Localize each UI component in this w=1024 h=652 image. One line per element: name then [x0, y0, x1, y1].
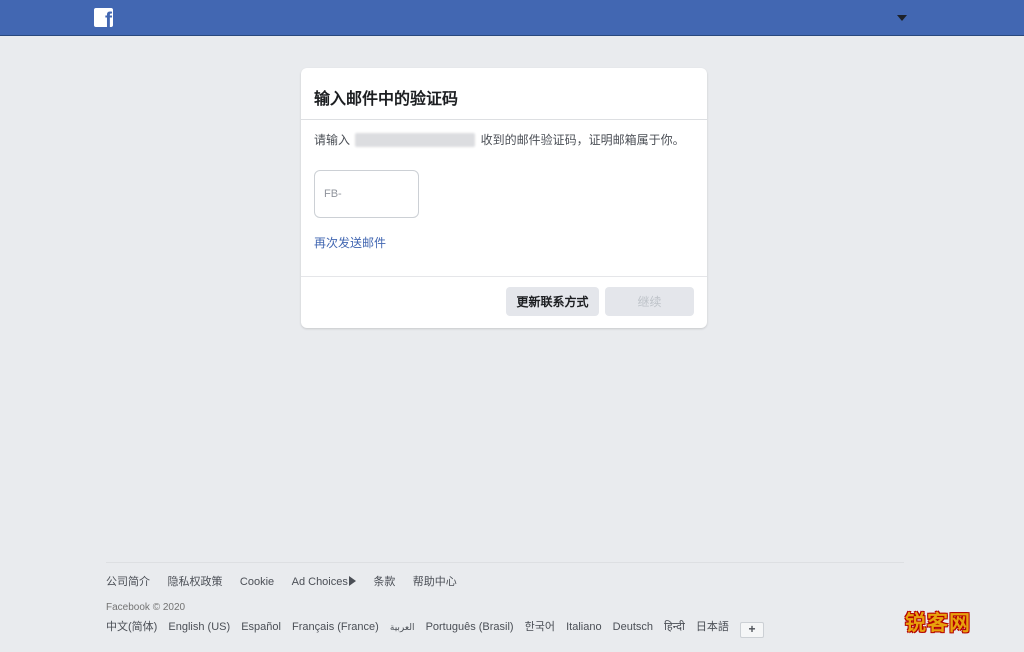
language-selector: 中文(简体) English (US) Español Français (Fr…: [106, 618, 904, 638]
update-contact-button[interactable]: 更新联系方式: [506, 287, 599, 316]
account-menu-caret-icon[interactable]: [897, 15, 907, 21]
dialog-header: 输入邮件中的验证码: [301, 68, 707, 120]
page-footer: 公司简介 隐私权政策 Cookie Ad Choices 条款 帮助中心 Fac…: [106, 562, 904, 638]
dialog-body: 请输入 收到的邮件验证码，证明邮箱属于你。 再次发送邮件: [301, 120, 707, 277]
language-hindi[interactable]: हिन्दी: [664, 621, 685, 633]
ad-choices-icon: [348, 576, 356, 586]
footer-link-terms[interactable]: 条款: [373, 576, 395, 588]
language-japanese[interactable]: 日本語: [696, 621, 729, 633]
top-navigation-bar: f: [0, 0, 1024, 36]
verification-code-input[interactable]: [314, 170, 419, 218]
footer-link-about[interactable]: 公司简介: [106, 576, 150, 588]
language-english[interactable]: English (US): [168, 621, 230, 633]
footer-link-help[interactable]: 帮助中心: [413, 576, 457, 588]
language-german[interactable]: Deutsch: [613, 621, 653, 633]
language-korean[interactable]: 한국어: [525, 621, 555, 633]
footer-link-privacy[interactable]: 隐私权政策: [167, 576, 222, 588]
description-prefix: 请输入: [314, 133, 354, 147]
facebook-logo-icon[interactable]: f: [94, 8, 113, 27]
dialog-title: 输入邮件中的验证码: [314, 91, 459, 108]
resend-email-link[interactable]: 再次发送邮件: [314, 234, 694, 251]
language-italian[interactable]: Italiano: [566, 621, 601, 633]
language-spanish[interactable]: Español: [241, 621, 281, 633]
redacted-email: [355, 133, 476, 147]
language-portuguese[interactable]: Português (Brasil): [426, 621, 514, 633]
watermark-logo: 锐客网: [905, 612, 971, 635]
current-language: 中文(简体): [106, 621, 158, 633]
copyright-text: Facebook © 2020: [106, 602, 186, 613]
dialog-footer: 更新联系方式 继续: [301, 277, 707, 327]
add-language-button[interactable]: +: [739, 622, 764, 638]
footer-link-cookie[interactable]: Cookie: [240, 576, 274, 588]
footer-link-ad-choices[interactable]: Ad Choices: [292, 576, 356, 588]
description-suffix: 收到的邮件验证码，证明邮箱属于你。: [477, 133, 685, 147]
verification-dialog: 输入邮件中的验证码 请输入 收到的邮件验证码，证明邮箱属于你。 再次发送邮件 更…: [301, 68, 707, 328]
language-french[interactable]: Français (France): [292, 621, 379, 633]
footer-links: 公司简介 隐私权政策 Cookie Ad Choices 条款 帮助中心: [106, 562, 904, 598]
ad-choices-label: Ad Choices: [291, 576, 348, 588]
continue-button[interactable]: 继续: [605, 287, 694, 316]
language-arabic[interactable]: العربية: [390, 622, 415, 632]
dialog-description: 请输入 收到的邮件验证码，证明邮箱属于你。: [314, 132, 694, 148]
facebook-logo-letter: f: [105, 9, 112, 27]
